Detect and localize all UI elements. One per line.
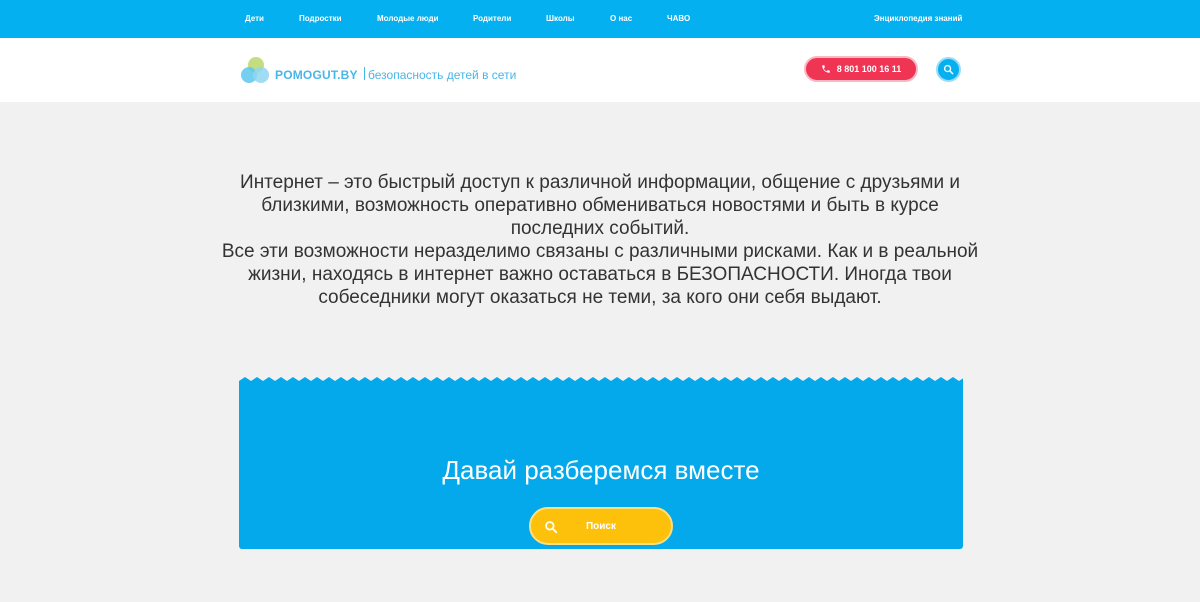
nav-item-faq[interactable]: ЧАВО	[667, 14, 690, 23]
nav-item-teenagers[interactable]: Подростки	[299, 14, 342, 23]
phone-number: 8 801 100 16 11	[836, 64, 902, 74]
phone-button[interactable]: 8 801 100 16 11	[804, 56, 918, 82]
logo-circles-icon	[241, 57, 271, 87]
phone-icon	[821, 65, 830, 73]
nav-item-children[interactable]: Дети	[245, 14, 264, 23]
logo-tagline: безопасность детей в сети	[368, 68, 517, 82]
cta-card: Давай разберемся вместе Поиск	[239, 377, 963, 549]
search-icon	[943, 64, 954, 75]
intro-paragraph-1: Интернет – это быстрый доступ к различно…	[240, 172, 960, 239]
site-header: POMOGUT.BY безопасность детей в сети 8 8…	[0, 38, 1200, 102]
nav-item-knowledge-encyclopedia[interactable]: Энциклопедия знаний	[874, 14, 962, 23]
logo-name: POMOGUT.BY	[275, 68, 358, 82]
nav-item-young-people[interactable]: Молодые люди	[377, 14, 439, 23]
header-search-button[interactable]	[936, 57, 961, 82]
card-title: Давай разберемся вместе	[442, 455, 760, 485]
intro-paragraph-2: Все эти возможности неразделимо связаны …	[221, 241, 979, 308]
nav-item-parents[interactable]: Родители	[473, 14, 511, 23]
card-search-button[interactable]: Поиск	[529, 507, 673, 545]
logo-divider	[364, 67, 365, 80]
intro-text: Интернет – это быстрый доступ к различно…	[220, 171, 980, 309]
nav-item-schools[interactable]: Школы	[546, 14, 575, 23]
top-nav-bar: Дети Подростки Молодые люди Родители Шко…	[0, 0, 1200, 38]
nav-item-about[interactable]: О нас	[610, 14, 632, 23]
site-logo[interactable]: POMOGUT.BY безопасность детей в сети	[241, 57, 541, 87]
card-search-label: Поиск	[585, 521, 616, 532]
card-body: Давай разберемся вместе Поиск	[239, 388, 963, 549]
